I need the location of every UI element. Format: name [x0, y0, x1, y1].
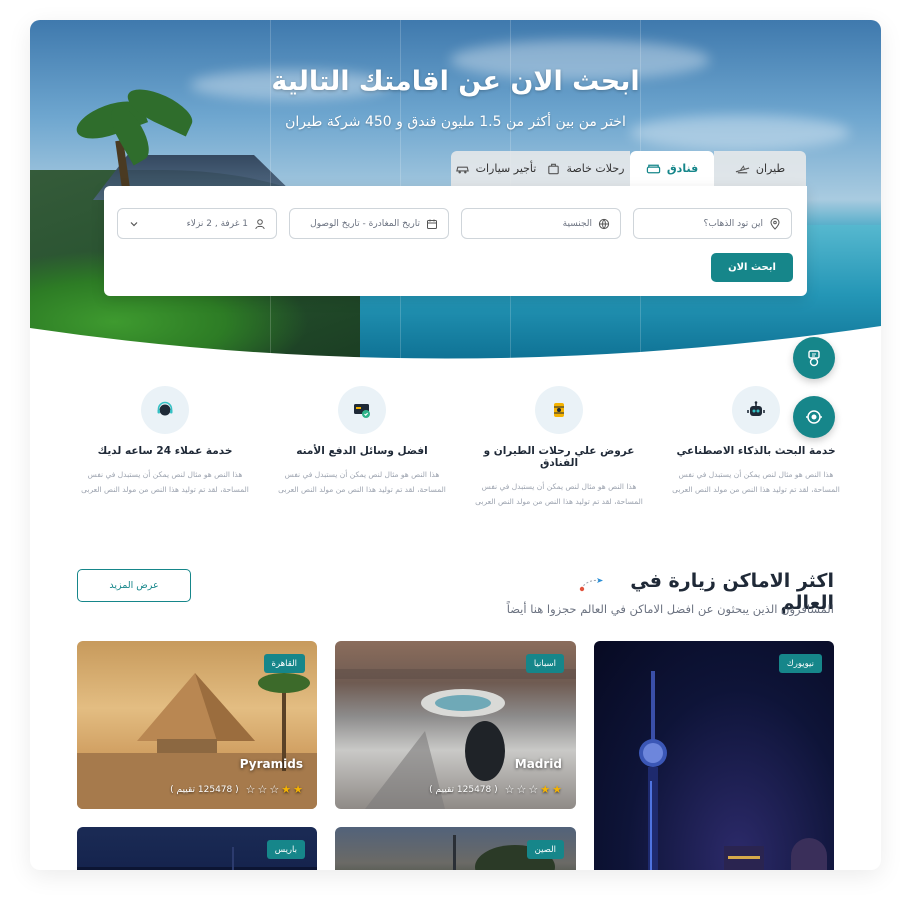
- feature-text: هذا النص هو مثال لنص يمكن أن يستبدل في ن…: [278, 470, 446, 494]
- star-empty-icon: ☆: [257, 783, 268, 796]
- booking-tabs: طيران فنادق رحلات خاصة تأجير سيارات: [451, 151, 806, 186]
- nationality-input[interactable]: الجنسية: [461, 208, 621, 239]
- location-pin-icon: [770, 217, 780, 230]
- feature-title: خدمة عملاء 24 ساعه لديك: [97, 445, 233, 457]
- feature-text: هذا النص هو مثال لنص يمكن أن يستبدل في ن…: [475, 482, 643, 506]
- destination-badge: باريس: [266, 840, 305, 859]
- star-empty-icon: ☆: [528, 783, 539, 796]
- hero-banner: ابحث الان عن اقامتك التالية اختر من بين …: [30, 20, 881, 365]
- tab-flights[interactable]: طيران: [714, 151, 806, 186]
- destination-placeholder: اين تود الذهاب؟: [703, 218, 763, 229]
- chevron-down-icon: [130, 221, 138, 226]
- feature-title: افضل وسائل الدفع الأمنه: [296, 445, 428, 457]
- destination-card-china[interactable]: الصين: [335, 827, 576, 870]
- feature-title: عروض علي رحلات الطيران و الفنادق: [483, 445, 635, 469]
- feature-customer-service: خدمة عملاء 24 ساعه لديك هذا النص هو مثال…: [80, 386, 250, 497]
- feature-text: هذا النص هو مثال لنص يمكن أن يستبدل في ن…: [81, 470, 249, 494]
- hero-title: ابحث الان عن اقامتك التالية: [271, 66, 640, 97]
- star-empty-icon: ☆: [245, 783, 256, 796]
- section-subtitle: المسافرون الذين يبحثون عن افضل الاماكن ف…: [506, 602, 834, 616]
- destination-badge: نيويورك: [778, 654, 822, 673]
- robot-chat-icon: [808, 350, 820, 367]
- feature-title: خدمة البحث بالذكاء الاصطناعي: [676, 445, 836, 457]
- destination-input[interactable]: اين تود الذهاب؟: [633, 208, 792, 239]
- view-more-button[interactable]: عرض المزيد: [77, 569, 191, 602]
- star-filled-icon: ★: [540, 783, 551, 796]
- ai-assistant-button[interactable]: [793, 337, 835, 379]
- ticket-icon: [535, 386, 583, 434]
- plane-route-icon: [579, 578, 603, 592]
- search-button[interactable]: ابحث الان: [711, 253, 793, 282]
- user-icon: [255, 218, 265, 229]
- destination-card-pyramids[interactable]: القاهرة Pyramids ★ ★ ☆ ☆ ☆ ( 125478 تقيي…: [77, 641, 317, 809]
- tab-private-trips[interactable]: رحلات خاصة: [540, 151, 630, 186]
- feature-offers: عروض علي رحلات الطيران و الفنادق هذا الن…: [474, 386, 644, 509]
- review-count: ( 125478 تقييم ): [429, 784, 498, 795]
- destination-card-newyork[interactable]: نيويورك: [594, 641, 834, 870]
- destination-name: Madrid: [514, 757, 562, 771]
- destination-rating: ★ ★ ☆ ☆ ☆ ( 125478 تقييم ): [429, 784, 562, 795]
- calendar-icon: [427, 219, 437, 229]
- suitcase-icon: [547, 163, 559, 174]
- car-icon: [455, 166, 469, 173]
- robot-icon: [732, 386, 780, 434]
- feature-text: هذا النص هو مثال لنص يمكن أن يستبدل في ن…: [672, 470, 840, 494]
- dates-input[interactable]: تاريخ المغادرة - تاريخ الوصول: [289, 208, 449, 239]
- tab-hotels-label: فنادق: [666, 162, 699, 175]
- feature-ai-search: خدمة البحث بالذكاء الاصطناعي هذا النص هو…: [671, 386, 841, 497]
- destination-badge: اسبانيا: [525, 654, 564, 673]
- star-filled-icon: ★: [293, 783, 303, 796]
- star-empty-icon: ☆: [269, 783, 280, 796]
- destination-badge: الصين: [526, 840, 564, 859]
- headset-icon: [141, 386, 189, 434]
- star-filled-icon: ★: [552, 783, 562, 796]
- secure-card-icon: [338, 386, 386, 434]
- night-skyline-illustration: [639, 671, 827, 870]
- tab-private-trips-label: رحلات خاصة: [566, 162, 625, 175]
- search-panel: اين تود الذهاب؟ الجنسية تاريخ المغادرة -…: [104, 186, 807, 296]
- destination-name: Pyramids: [239, 757, 303, 771]
- page-card: ابحث الان عن اقامتك التالية اختر من بين …: [30, 20, 881, 870]
- hotel-bed-icon: [646, 164, 661, 173]
- tab-car-rental[interactable]: تأجير سيارات: [451, 151, 540, 186]
- rooms-guests-value: 1 غرفة , 2 نزلاء: [186, 218, 248, 229]
- hero-subtitle: اختر من بين أكثر من 1.5 مليون فندق و 450…: [285, 114, 626, 130]
- feature-secure-payment: افضل وسائل الدفع الأمنه هذا النص هو مثال…: [277, 386, 447, 497]
- tab-hotels[interactable]: فنادق: [630, 151, 714, 186]
- star-empty-icon: ☆: [516, 783, 527, 796]
- plane-icon: [735, 164, 750, 173]
- tab-flights-label: طيران: [755, 162, 786, 175]
- dates-placeholder: تاريخ المغادرة - تاريخ الوصول: [310, 218, 420, 229]
- rooms-guests-select[interactable]: 1 غرفة , 2 نزلاء: [117, 208, 277, 239]
- globe-icon: [598, 218, 610, 229]
- tab-car-rental-label: تأجير سيارات: [475, 162, 537, 175]
- star-filled-icon: ★: [281, 783, 292, 796]
- destination-card-paris[interactable]: باريس: [77, 827, 317, 870]
- destination-rating: ★ ★ ☆ ☆ ☆ ( 125478 تقييم ): [170, 784, 303, 795]
- star-empty-icon: ☆: [504, 783, 515, 796]
- review-count: ( 125478 تقييم ): [170, 784, 239, 795]
- destination-card-madrid[interactable]: اسبانيا Madrid ★ ★ ☆ ☆ ☆ ( 125478 تقييم …: [335, 641, 576, 809]
- destination-badge: القاهرة: [263, 654, 305, 673]
- nationality-placeholder: الجنسية: [562, 218, 592, 229]
